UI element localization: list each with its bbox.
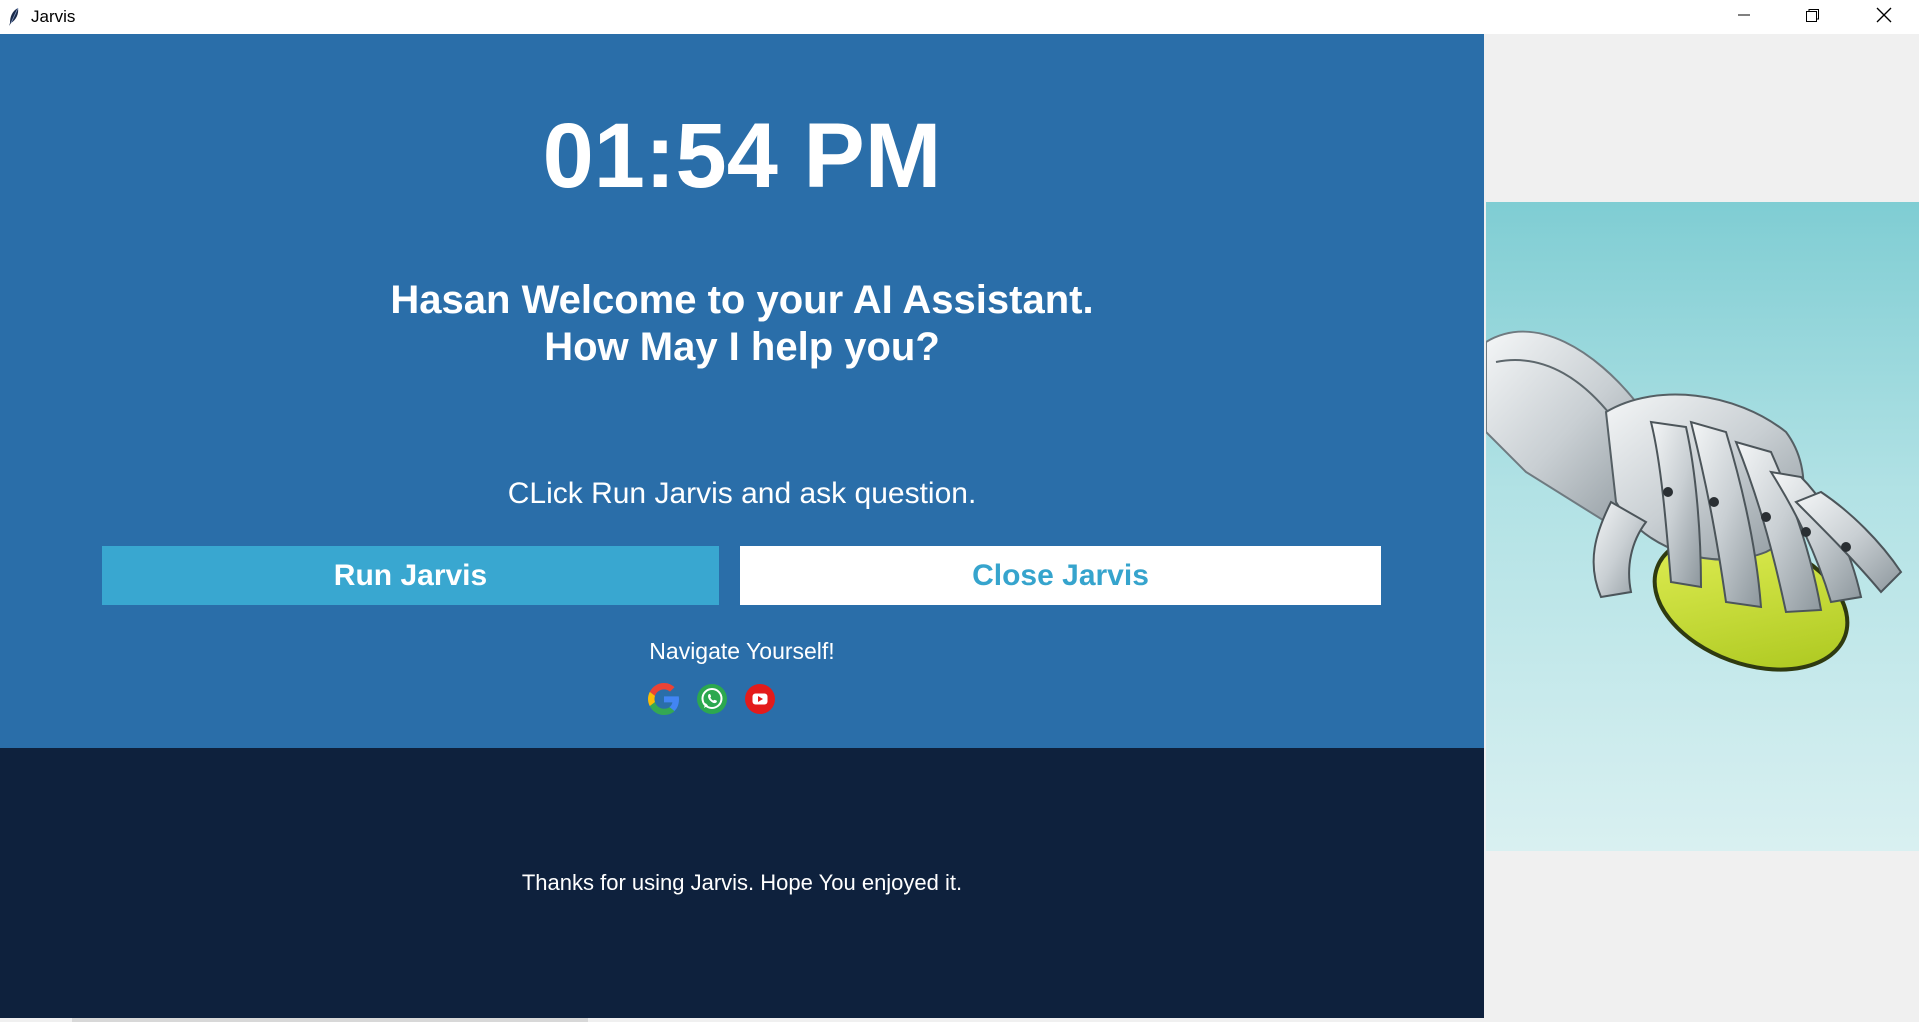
maximize-button[interactable] (1778, 0, 1846, 34)
scrollbar-line (72, 1018, 588, 1022)
main-panel: 01:54 PM Hasan Welcome to your AI Assist… (0, 34, 1484, 748)
navigate-label: Navigate Yourself! (649, 638, 835, 664)
youtube-icon[interactable] (743, 682, 777, 716)
footer-message: Thanks for using Jarvis. Hope You enjoye… (521, 870, 963, 895)
footer-panel: Thanks for using Jarvis. Hope You enjoye… (0, 748, 1484, 1018)
welcome-line-2: How May I help you? (544, 325, 940, 369)
clock-display: 01:54 PM (542, 105, 942, 207)
minimize-button[interactable] (1710, 0, 1778, 34)
maximize-icon (1804, 7, 1820, 28)
google-icon[interactable] (647, 682, 681, 716)
welcome-line-1: Hasan Welcome to your AI Assistant. (390, 278, 1094, 322)
run-jarvis-button[interactable]: Run Jarvis (102, 546, 719, 605)
close-jarvis-button[interactable]: Close Jarvis (740, 546, 1381, 605)
minimize-icon (1736, 7, 1752, 28)
whatsapp-icon[interactable] (695, 682, 729, 716)
robot-hand-image (1486, 202, 1919, 851)
window-titlebar: Jarvis (0, 0, 1919, 34)
welcome-message: Hasan Welcome to your AI Assistant. How … (0, 277, 1484, 371)
window-title: Jarvis (31, 7, 76, 26)
close-icon (1875, 6, 1893, 29)
feather-icon (8, 7, 20, 27)
close-window-button[interactable] (1850, 0, 1918, 34)
instruction-text: CLick Run Jarvis and ask question. (507, 477, 977, 510)
side-panel (1484, 34, 1919, 1022)
